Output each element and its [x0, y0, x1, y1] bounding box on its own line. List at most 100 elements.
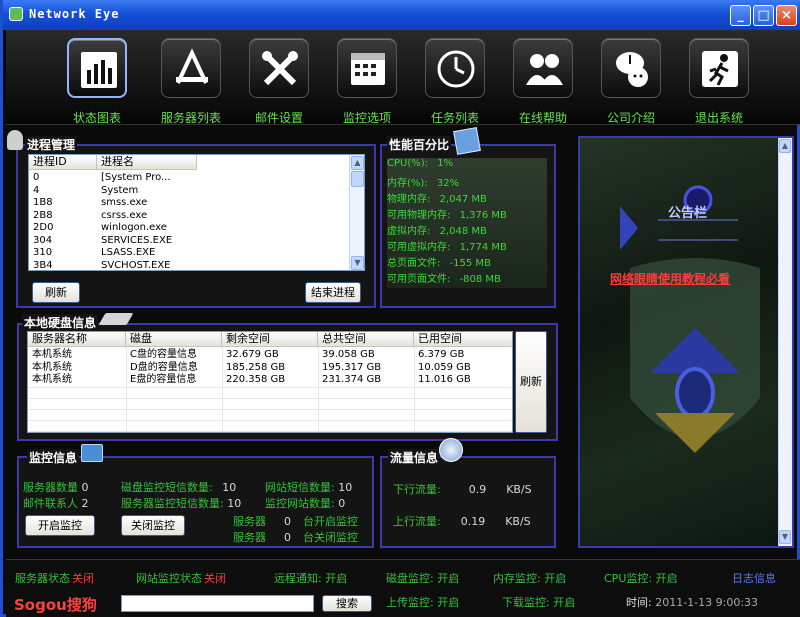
status-bar: 服务器状态 关闭 网站监控状态 关闭 远程通知: 开启 磁盘监控: 开启 内存监控:…	[6, 559, 800, 617]
stop-monitor-button[interactable]: 关闭监控	[121, 515, 185, 536]
disk-cell: 185.258 GB	[226, 361, 286, 373]
scroll-down-icon[interactable]: ▼	[779, 530, 791, 544]
disk-cell: 10.059 GB	[418, 361, 471, 373]
site-count-label: 监控网站数量: 0	[265, 497, 346, 510]
toolbar-server-list[interactable]: 服务器列表	[148, 36, 234, 125]
app-icon	[9, 7, 23, 21]
disk-header-server[interactable]: 服务器名称	[28, 332, 126, 347]
monitor-panel-title: 监控信息	[27, 449, 80, 466]
window-title: Network Eye	[29, 7, 120, 21]
memory-monitor-state: 内存监控: 开启	[493, 572, 567, 585]
perf-label: 可用物理内存	[387, 210, 447, 221]
perf-label: 物理内存	[387, 194, 427, 205]
bulletin-scrollbar[interactable]: ▲ ▼	[778, 138, 792, 546]
disk-grid-line	[28, 431, 512, 432]
perf-row: 可用虚拟内存: 1,774 MB	[387, 242, 507, 253]
kill-process-button[interactable]: 结束进程	[305, 282, 361, 303]
downstream-value: 0.9	[468, 483, 487, 496]
toolbar-label: 服务器列表	[160, 111, 221, 125]
disk-header-free[interactable]: 剩余空间	[222, 332, 318, 347]
contacts-label: 邮件联系人 2	[23, 497, 89, 510]
site-count: 0	[338, 497, 346, 510]
disk-cell: 39.058 GB	[322, 349, 375, 360]
toolbar-company-intro[interactable]: 公司介绍	[588, 36, 674, 125]
toolbar-task-list[interactable]: 任务列表	[412, 36, 498, 125]
disk-refresh-button[interactable]: 刷新	[515, 331, 547, 433]
toolbar-label: 公司介绍	[606, 111, 655, 125]
site-sms-label: 网站短信数量: 10	[265, 481, 353, 494]
scroll-thumb[interactable]	[351, 171, 364, 187]
scroll-up-icon[interactable]: ▲	[779, 139, 791, 153]
process-id: 2B8	[33, 209, 53, 221]
process-row[interactable]: 304 SERVICES.EXE	[29, 235, 347, 247]
process-row[interactable]: 4 System	[29, 185, 347, 197]
process-panel-title: 进程管理	[25, 136, 78, 153]
toolbar-label: 监控选项	[342, 111, 391, 125]
perf-value: 1,376 MB	[459, 210, 507, 221]
process-row[interactable]: 2B8 csrss.exe	[29, 210, 347, 222]
process-refresh-button[interactable]: 刷新	[32, 282, 80, 303]
process-row[interactable]: 1B8 smss.exe	[29, 197, 347, 209]
process-name: LSASS.EXE	[101, 247, 156, 258]
server-count: 0	[81, 481, 89, 494]
minimize-button[interactable]: _	[730, 5, 751, 26]
toolbar-exit[interactable]: 退出系统	[676, 36, 762, 125]
process-name: SVCHOST.EXE	[101, 259, 171, 271]
toolbar-mail-settings[interactable]: 邮件设置	[236, 36, 322, 125]
toolbar-label: 任务列表	[430, 111, 479, 125]
upload-monitor-state: 上传监控: 开启	[386, 596, 460, 609]
process-row[interactable]: 2D0 winlogon.exe	[29, 222, 347, 234]
process-scrollbar[interactable]: ▲ ▼	[349, 155, 364, 270]
upstream-value: 0.19	[460, 515, 486, 528]
disk-header-total[interactable]: 总共空间	[318, 332, 414, 347]
remote-notify-state: 远程通知: 开启	[274, 572, 348, 585]
perf-row: 可用物理内存: 1,376 MB	[387, 210, 507, 221]
perf-label: 可用页面文件	[387, 274, 447, 285]
maximize-button[interactable]: □	[753, 5, 774, 26]
toolbar-online-help[interactable]: 在线帮助	[500, 36, 586, 125]
search-input[interactable]	[121, 595, 314, 612]
contacts-count: 2	[81, 497, 89, 510]
process-list[interactable]: 进程ID 进程名 0 [System Pro... 4 System 1B8 smss.e…	[28, 154, 365, 271]
disk-cell: C盘的容量信息	[130, 349, 197, 360]
server-tools-icon	[176, 48, 208, 84]
process-row[interactable]: 3B4 SVCHOST.EXE	[29, 259, 347, 271]
process-id-header[interactable]: 进程ID	[29, 155, 97, 170]
tutorial-link[interactable]: 网络眼睛使用教程必看	[610, 270, 730, 287]
disk-row[interactable]: 本机系统 E盘的容量信息 220.358 GB 231.374 GB 11.016 GB	[28, 374, 512, 386]
scroll-down-icon[interactable]: ▼	[351, 256, 364, 270]
traffic-panel	[380, 456, 556, 548]
scroll-up-icon[interactable]: ▲	[351, 156, 364, 170]
disk-header-used[interactable]: 已用空间	[414, 332, 512, 347]
disk-cell: 195.317 GB	[322, 361, 382, 373]
disk-grid-line	[28, 398, 512, 399]
disk-cell: 本机系统	[32, 349, 72, 360]
disk-cell: 32.679 GB	[226, 349, 279, 360]
disk-row[interactable]: 本机系统 C盘的容量信息 32.679 GB 39.058 GB 6.379 GB	[28, 349, 512, 361]
upstream-row: 上行流量: 0.19 KB/S	[393, 515, 531, 528]
process-row[interactable]: 310 LSASS.EXE	[29, 247, 347, 259]
start-monitor-button[interactable]: 开启监控	[25, 515, 95, 536]
title-bar[interactable]: Network Eye _ □ ×	[3, 0, 800, 30]
log-info-link[interactable]: 日志信息	[732, 570, 776, 586]
disk-cell: 6.379 GB	[418, 349, 465, 360]
process-row[interactable]: 0 [System Pro...	[29, 172, 347, 184]
disk-cell: 231.374 GB	[322, 374, 382, 385]
perf-value: 1,774 MB	[459, 242, 507, 253]
search-button[interactable]: 搜索	[322, 595, 372, 612]
disk-grid-column	[414, 347, 415, 432]
toolbar-monitor-options[interactable]: 监控选项	[324, 36, 410, 125]
process-name: SERVICES.EXE	[101, 234, 173, 246]
disk-header-drive[interactable]: 磁盘	[126, 332, 222, 347]
process-name-header[interactable]: 进程名	[97, 155, 197, 170]
servers-monitoring-off: 服务器 0 台关闭监控	[233, 531, 358, 544]
close-button[interactable]: ×	[776, 5, 797, 26]
toolbar-status-chart[interactable]: 状态图表	[54, 36, 140, 125]
disk-table[interactable]: 服务器名称 磁盘 剩余空间 总共空间 已用空间 本机系统 C盘的容量信息 32.67…	[27, 331, 513, 433]
main-toolbar: 状态图表 服务器列表 邮件设置 监控选项 任务列表 在线帮助 公司介绍 退出系统	[6, 30, 800, 125]
disk-row[interactable]: 本机系统 D盘的容量信息 185.258 GB 195.317 GB 10.059 GB	[28, 361, 512, 374]
perf-label: 总页面文件	[387, 258, 437, 269]
network-globe-icon	[439, 438, 463, 462]
perf-label: CPU(%)	[387, 158, 425, 169]
process-id: 0	[33, 172, 40, 183]
